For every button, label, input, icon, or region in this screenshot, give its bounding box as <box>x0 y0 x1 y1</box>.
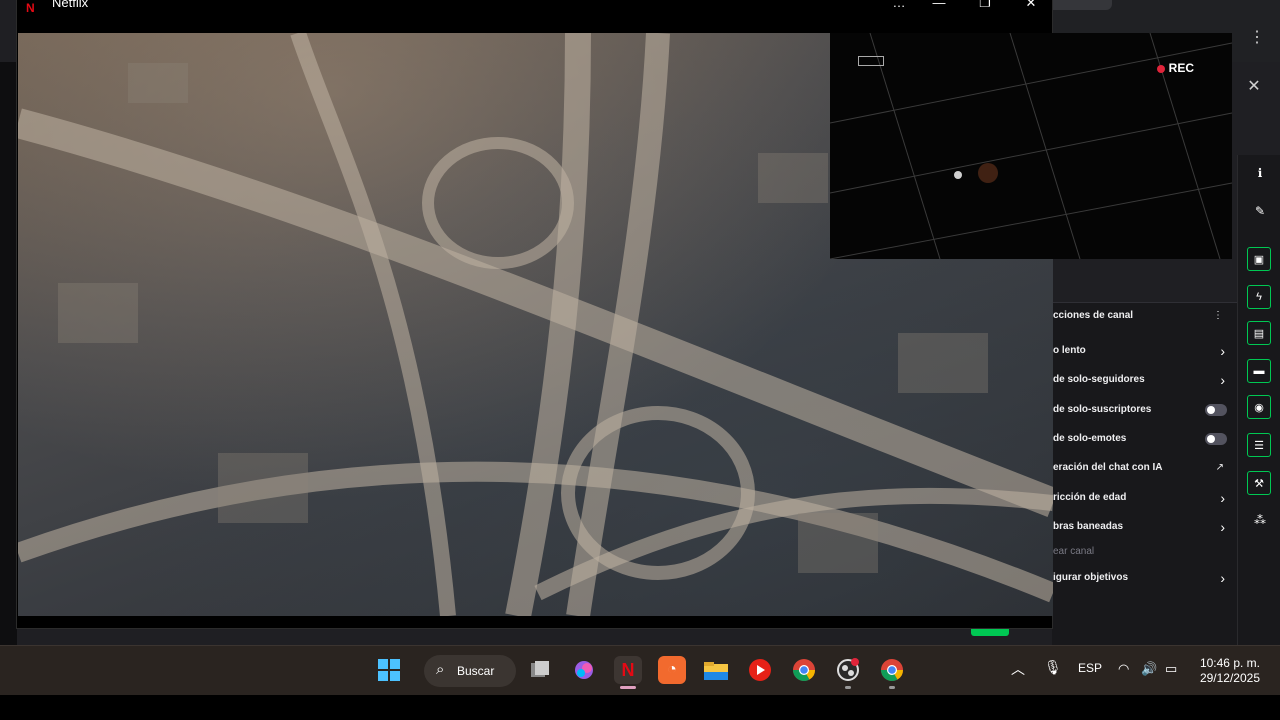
menu-item-configure-goals[interactable]: igurar objetivos › <box>1052 566 1237 590</box>
chat-bubble-icon[interactable]: ▬ <box>1247 359 1271 383</box>
pencil-icon[interactable]: ✎ <box>1250 201 1270 221</box>
more-icon[interactable]: … <box>879 0 919 13</box>
wifi-icon[interactable]: ◠ <box>1118 661 1129 677</box>
menu-item-subscribers-only[interactable]: de solo-suscriptores <box>1052 398 1237 422</box>
copilot-icon[interactable] <box>570 656 598 684</box>
chrome-profile-icon[interactable] <box>878 656 906 684</box>
external-link-icon: ↗ <box>1215 462 1224 473</box>
menu-item-label: de solo-suscriptores <box>1053 404 1152 415</box>
lightning-icon[interactable]: ϟ <box>1247 285 1271 309</box>
menu-item-label: de solo-emotes <box>1053 433 1127 444</box>
info-icon[interactable]: ℹ <box>1250 163 1270 183</box>
menu-item-clear-channel[interactable]: ear canal <box>1052 540 1237 564</box>
search-label: Buscar <box>457 664 495 678</box>
volume-icon[interactable]: 🔊 <box>1141 661 1157 677</box>
browser-tab[interactable] <box>1052 0 1112 10</box>
youtube-music-icon[interactable] <box>746 656 774 684</box>
menu-item-label: de solo-seguidores <box>1053 374 1145 385</box>
chevron-right-icon: › <box>1220 490 1225 506</box>
chevron-right-icon: › <box>1220 519 1225 535</box>
menu-item-label: o lento <box>1053 345 1086 356</box>
focus-tool-icon[interactable]: ▣ <box>1247 247 1271 271</box>
left-sidebar-strip <box>0 62 17 645</box>
windows-start-icon[interactable] <box>375 656 403 684</box>
rec-label: REC <box>1168 61 1194 75</box>
search-icon: ⌕ <box>436 661 445 678</box>
rec-indicator: REC <box>1156 61 1194 75</box>
close-banner-icon[interactable]: ✕ <box>1244 77 1264 97</box>
chat-settings-title: cciones de canal <box>1053 310 1134 321</box>
maximize-icon[interactable]: ❐ <box>965 0 1005 13</box>
emotes-only-toggle[interactable] <box>1205 433 1227 445</box>
task-view-icon[interactable] <box>526 656 554 684</box>
chevron-right-icon: › <box>1220 372 1225 388</box>
crunchyroll-icon[interactable]: ◔ <box>658 656 686 684</box>
active-app-indicator <box>620 686 636 689</box>
chat-settings-topbar <box>1052 258 1237 303</box>
document-icon[interactable]: ▤ <box>1247 321 1271 345</box>
language-indicator[interactable]: ESP <box>1078 661 1102 675</box>
chat-settings-header: cciones de canal ⋮ <box>1052 304 1237 328</box>
close-icon[interactable]: ✕ <box>1011 0 1051 13</box>
menu-item-banned-words[interactable]: bras baneadas › <box>1052 515 1237 539</box>
menu-item-slow-mode[interactable]: o lento › <box>1052 339 1237 363</box>
taskbar: ⌕ Buscar N ◔ ︿ 🎙 ESP ◠ 🔊 ▭ 10:46 p. m. 2… <box>0 645 1280 696</box>
right-tool-rail: ℹ ✎ ▣ ϟ ▤ ▬ ◉ ☰ ⚒ ⁂ <box>1237 155 1280 645</box>
clock[interactable]: 10:46 p. m. 29/12/2025 <box>1200 656 1260 686</box>
broadcast-icon[interactable]: ◉ <box>1247 395 1271 419</box>
subscribers-only-toggle[interactable] <box>1205 404 1227 416</box>
browser-menu-icon[interactable]: ⋮ <box>1247 28 1267 48</box>
menu-item-emotes-only[interactable]: de solo-emotes <box>1052 427 1237 451</box>
server-icon[interactable]: ☰ <box>1247 433 1271 457</box>
obs-studio-icon[interactable] <box>834 656 862 684</box>
screen-bottom-bar <box>0 695 1280 720</box>
clock-time: 10:46 p. m. <box>1199 656 1260 670</box>
pip-camera-overlay[interactable]: REC <box>830 33 1232 259</box>
chevron-right-icon: › <box>1220 570 1225 586</box>
menu-item-label: igurar objetivos <box>1053 572 1129 583</box>
netflix-titlebar: N Netflix … — ❐ ✕ <box>17 0 1052 33</box>
file-explorer-icon[interactable] <box>702 656 730 684</box>
more-options-icon[interactable]: ⋮ <box>1213 304 1223 328</box>
green-action-button[interactable] <box>971 628 1009 636</box>
menu-item-label: bras baneadas <box>1053 521 1124 532</box>
menu-item-label: ricción de edad <box>1053 492 1127 503</box>
menu-item-label: eración del chat con IA <box>1053 462 1163 473</box>
microphone-icon[interactable]: 🎙 <box>1044 659 1062 676</box>
wrench-icon[interactable]: ⚒ <box>1247 471 1271 495</box>
menu-item-ai-moderation[interactable]: eración del chat con IA ↗ <box>1052 456 1237 480</box>
minimize-icon[interactable]: — <box>919 0 959 13</box>
running-app-indicator <box>889 686 895 689</box>
netflix-logo-icon: N <box>26 1 35 15</box>
share-icon[interactable]: ⁂ <box>1250 510 1270 530</box>
menu-item-label: ear canal <box>1053 546 1095 557</box>
chevron-up-icon[interactable]: ︿ <box>1011 659 1025 679</box>
menu-item-followers-only[interactable]: de solo-seguidores › <box>1052 368 1237 392</box>
running-app-indicator <box>845 686 851 689</box>
chat-settings-panel: cciones de canal ⋮ o lento › de solo-seg… <box>1052 258 1237 645</box>
battery-icon[interactable]: ▭ <box>1165 661 1177 677</box>
menu-item-age-restriction[interactable]: ricción de edad › <box>1052 486 1237 510</box>
battery-indicator-icon <box>858 56 884 66</box>
chevron-right-icon: › <box>1220 343 1225 359</box>
rec-dot-icon <box>1156 64 1165 73</box>
chrome-icon[interactable] <box>790 656 818 684</box>
taskbar-search[interactable]: ⌕ Buscar <box>424 655 516 687</box>
clock-date: 29/12/2025 <box>1199 671 1260 685</box>
window-title: Netflix <box>52 0 89 10</box>
netflix-app-icon[interactable]: N <box>614 656 642 684</box>
